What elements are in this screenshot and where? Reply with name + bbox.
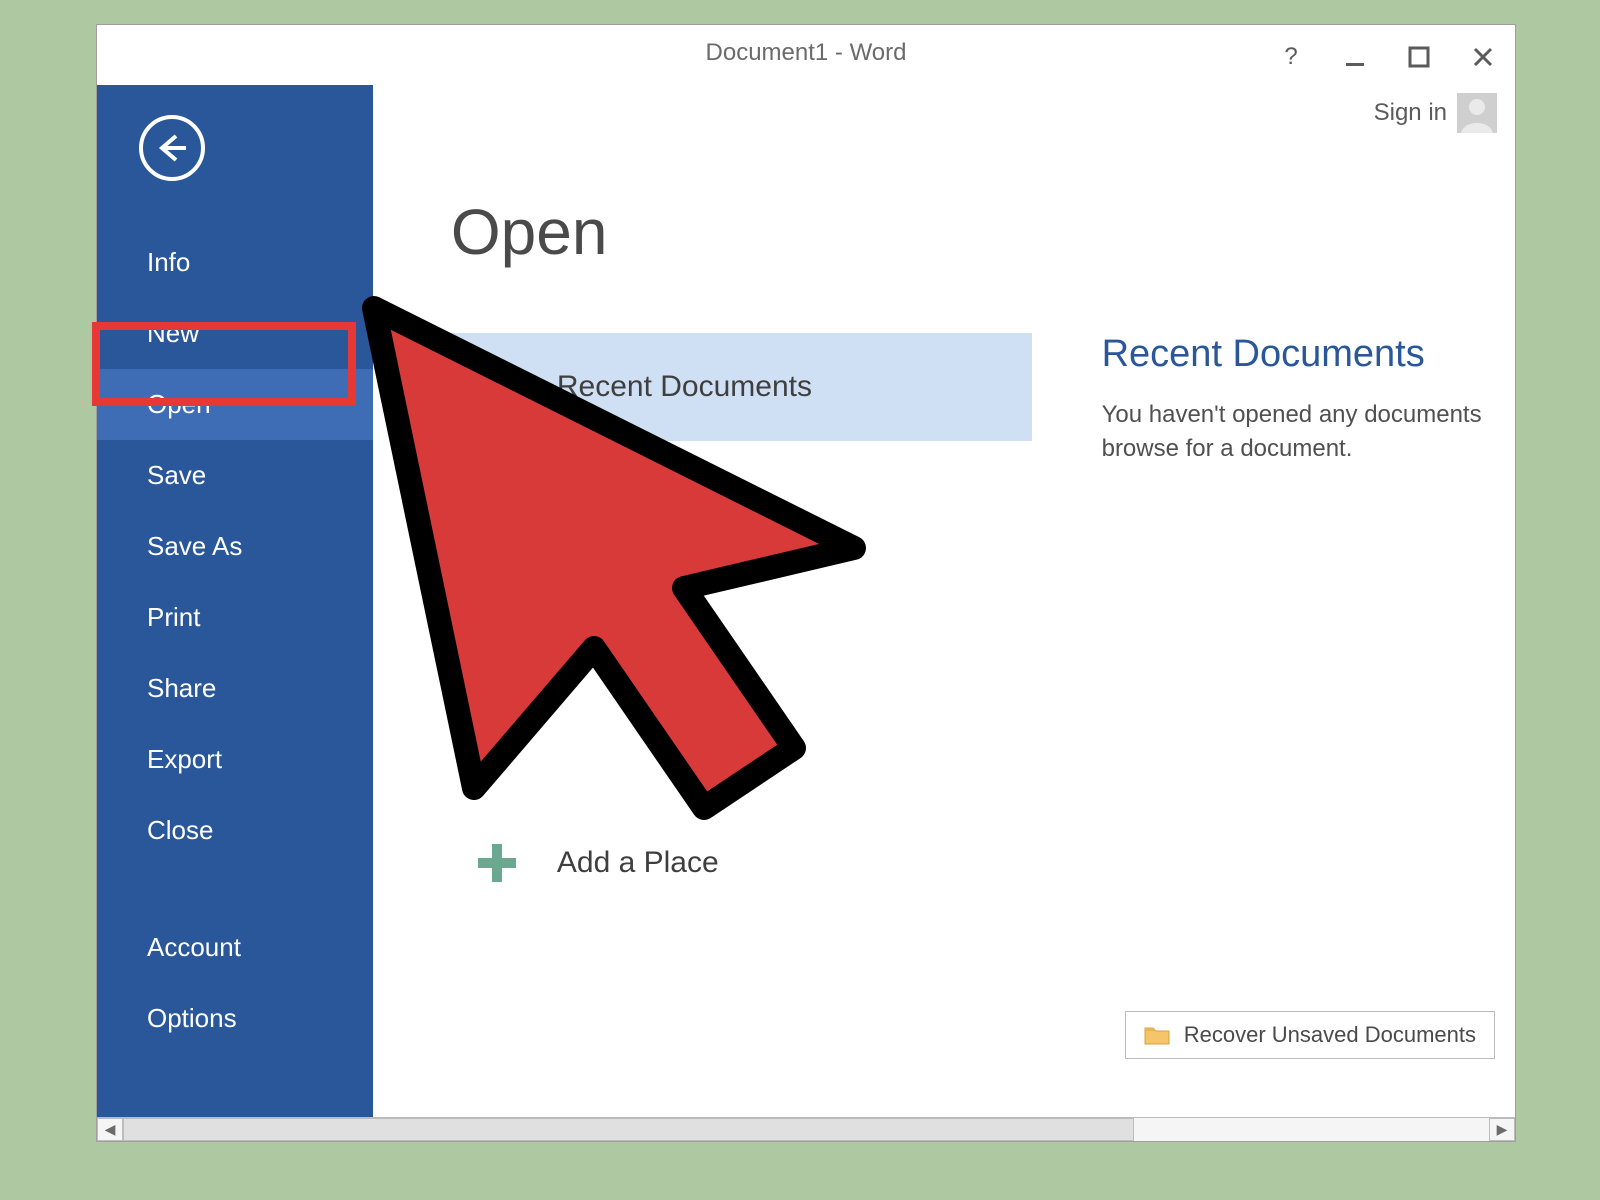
sidebar-item-label: Close	[147, 815, 213, 845]
window-body: Info New Open Save Save As Print Share E…	[97, 85, 1515, 1117]
location-add-place[interactable]: Add a Place	[451, 809, 1032, 917]
plus-icon	[471, 837, 523, 889]
sidebar-item-label: Print	[147, 602, 200, 632]
maximize-button[interactable]	[1405, 43, 1433, 71]
location-computer[interactable]: Computer	[451, 641, 1032, 749]
back-button[interactable]	[139, 115, 205, 181]
open-columns: Recent Documents Computer	[451, 333, 1515, 917]
recover-unsaved-label: Recover Unsaved Documents	[1184, 1022, 1476, 1048]
location-list: Recent Documents Computer	[451, 333, 1032, 917]
word-window: Document1 - Word ? Sign in	[96, 24, 1516, 1142]
sidebar-item-label: New	[147, 318, 199, 348]
sidebar-item-new[interactable]: New	[97, 298, 373, 369]
window-controls: ?	[1277, 43, 1497, 71]
sidebar-item-export[interactable]: Export	[97, 724, 373, 795]
sidebar-item-label: Info	[147, 247, 190, 277]
help-button[interactable]: ?	[1277, 43, 1305, 71]
page-title: Open	[451, 195, 1515, 269]
backstage-sidebar: Info New Open Save Save As Print Share E…	[97, 85, 373, 1117]
sidebar-item-options[interactable]: Options	[97, 983, 373, 1054]
sidebar-item-label: Open	[147, 389, 211, 419]
sidebar-item-label: Save As	[147, 531, 242, 561]
sidebar-item-share[interactable]: Share	[97, 653, 373, 724]
scroll-left-button[interactable]: ◀	[97, 1118, 123, 1141]
sidebar-item-print[interactable]: Print	[97, 582, 373, 653]
recover-unsaved-button[interactable]: Recover Unsaved Documents	[1125, 1011, 1495, 1059]
sidebar-item-label: Save	[147, 460, 206, 490]
sidebar-item-open[interactable]: Open	[97, 369, 373, 440]
sidebar-item-label: Options	[147, 1003, 237, 1033]
recent-documents-heading: Recent Documents	[1102, 333, 1515, 376]
scroll-track[interactable]	[123, 1118, 1489, 1141]
location-label: Add a Place	[557, 846, 719, 880]
folder-icon	[1144, 1024, 1170, 1046]
sidebar-separator	[97, 866, 373, 912]
location-recent-documents[interactable]: Recent Documents	[451, 333, 1032, 441]
clock-icon	[471, 361, 523, 413]
horizontal-scrollbar[interactable]: ◀ ▶	[97, 1117, 1515, 1141]
recent-documents-panel: Recent Documents You haven't opened any …	[1102, 333, 1515, 917]
open-panel: Open Recent Documents	[373, 85, 1515, 1117]
close-button[interactable]	[1469, 43, 1497, 71]
scroll-right-button[interactable]: ▶	[1489, 1118, 1515, 1141]
help-icon: ?	[1284, 43, 1297, 71]
sidebar-item-info[interactable]: Info	[97, 227, 373, 298]
sidebar-item-close[interactable]: Close	[97, 795, 373, 866]
window-title: Document1 - Word	[706, 39, 907, 67]
titlebar: Document1 - Word ?	[97, 25, 1515, 85]
minimize-button[interactable]	[1341, 43, 1369, 71]
sidebar-item-save-as[interactable]: Save As	[97, 511, 373, 582]
sidebar-item-account[interactable]: Account	[97, 912, 373, 983]
sidebar-item-save[interactable]: Save	[97, 440, 373, 511]
sidebar-item-label: Export	[147, 744, 222, 774]
sidebar-item-label: Share	[147, 673, 216, 703]
sidebar-item-label: Account	[147, 932, 241, 962]
scroll-thumb[interactable]	[123, 1118, 1134, 1141]
recent-documents-empty-text: You haven't opened any documents browse …	[1102, 398, 1515, 465]
sidebar-nav: Info New Open Save Save As Print Share E…	[97, 227, 373, 1054]
location-label: Recent Documents	[557, 370, 812, 404]
computer-icon	[471, 669, 523, 721]
